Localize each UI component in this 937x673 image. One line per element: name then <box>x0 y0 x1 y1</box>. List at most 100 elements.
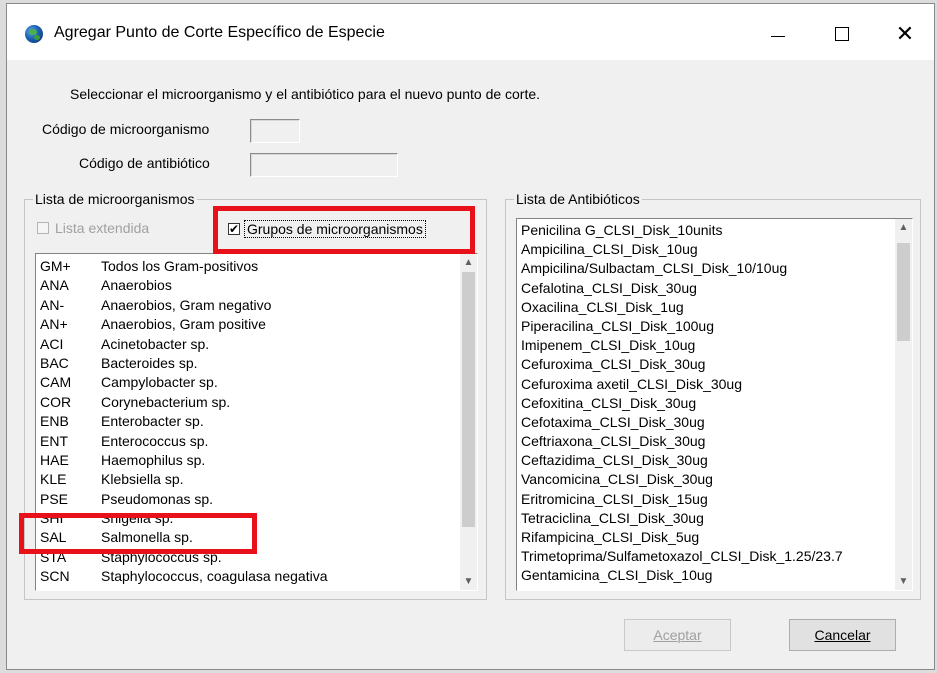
list-item[interactable]: CAM Campylobacter sp. <box>40 373 457 392</box>
organisms-list: GM+ Todos los Gram-positivos ANA Anaerobios… <box>40 257 457 587</box>
minimize-button[interactable] <box>755 16 801 52</box>
list-item[interactable]: PSE Pseudomonas sp. <box>40 490 457 509</box>
accept-button[interactable]: Aceptar <box>624 619 731 651</box>
organism-name: Klebsiella sp. <box>101 471 184 488</box>
organism-name: Anaerobios <box>101 277 172 294</box>
scroll-thumb[interactable] <box>462 272 475 527</box>
list-item[interactable]: Trimetoprima/Sulfametoxazol_CLSI_Disk_1.… <box>521 547 892 566</box>
list-item[interactable]: Ampicilina_CLSI_Disk_10ug <box>521 240 892 259</box>
list-item[interactable]: Ceftriaxona_CLSI_Disk_30ug <box>521 432 892 451</box>
organism-code: ENB <box>40 413 69 430</box>
list-item[interactable]: ENB Enterobacter sp. <box>40 412 457 431</box>
organism-name: Enterococcus sp. <box>101 432 209 449</box>
list-item[interactable]: Cefuroxima_CLSI_Disk_30ug <box>521 355 892 374</box>
scroll-down-icon[interactable]: ▼ <box>895 573 912 590</box>
list-item[interactable]: BAC Bacteroides sp. <box>40 354 457 373</box>
globe-app-icon <box>25 25 43 43</box>
antibiotics-listbox[interactable]: Penicilina G_CLSI_Disk_10units Ampicilina… <box>516 218 913 591</box>
organism-code: BAC <box>40 354 69 371</box>
organism-code: HAE <box>40 451 69 468</box>
list-item[interactable]: SCN Staphylococcus, coagulasa negativa <box>40 567 457 586</box>
organism-code: ENT <box>40 432 68 449</box>
list-item[interactable]: Tetraciclina_CLSI_Disk_30ug <box>521 509 892 528</box>
scroll-up-icon[interactable]: ▲ <box>895 219 912 236</box>
list-item[interactable]: COR Corynebacterium sp. <box>40 393 457 412</box>
cancel-button[interactable]: Cancelar <box>789 619 896 651</box>
window-title: Agregar Punto de Corte Específico de Esp… <box>54 24 385 41</box>
close-icon: ✕ <box>895 21 915 46</box>
list-item[interactable]: Ampicilina/Sulbactam_CLSI_Disk_10/10ug <box>521 259 892 278</box>
scroll-thumb[interactable] <box>897 243 910 341</box>
list-item[interactable]: ANA Anaerobios <box>40 276 457 295</box>
list-item[interactable]: SHI Shigella sp. <box>40 509 457 528</box>
scroll-down-icon[interactable]: ▼ <box>460 573 477 590</box>
list-item[interactable]: Cefalotina_CLSI_Disk_30ug <box>521 279 892 298</box>
organism-name: Campylobacter sp. <box>101 374 218 391</box>
organisms-listbox[interactable]: GM+ Todos los Gram-positivos ANA Anaerobios… <box>35 253 478 591</box>
list-item[interactable]: Cefotaxima_CLSI_Disk_30ug <box>521 413 892 432</box>
organism-groups-label: Grupos de microorganismos <box>244 220 426 238</box>
minimize-icon <box>771 35 785 37</box>
organism-code: AN- <box>40 296 65 313</box>
organism-code: COR <box>40 393 72 410</box>
organism-name: Shigella sp. <box>101 510 174 527</box>
list-item[interactable]: SAL Salmonella sp. <box>40 528 457 547</box>
close-button[interactable]: ✕ <box>882 16 928 52</box>
list-item[interactable]: ACI Acinetobacter sp. <box>40 335 457 354</box>
organism-groups-checkbox[interactable]: ✔ Grupos de microorganismos <box>228 220 426 238</box>
antibiotics-list: Penicilina G_CLSI_Disk_10units Ampicilina… <box>521 221 892 586</box>
organism-name: Todos los Gram-positivos <box>101 258 259 274</box>
list-item[interactable]: AN+ Anaerobios, Gram positive <box>40 315 457 334</box>
organism-name: Haemophilus sp. <box>101 451 206 468</box>
antibiotics-scrollbar[interactable]: ▲ ▼ <box>895 219 912 590</box>
organism-code: SAL <box>40 529 67 546</box>
list-item[interactable]: Vancomicina_CLSI_Disk_30ug <box>521 470 892 489</box>
organism-name: Anaerobios, Gram positive <box>101 316 266 333</box>
organism-code: GM+ <box>40 258 71 274</box>
list-item[interactable]: Gentamicina_CLSI_Disk_10ug <box>521 566 892 585</box>
extended-list-checkbox[interactable]: Lista extendida <box>37 220 149 236</box>
title-bar[interactable]: Agregar Punto de Corte Específico de Esp… <box>7 4 934 60</box>
organism-code: STA <box>40 548 67 565</box>
maximize-button[interactable] <box>819 16 865 52</box>
list-item[interactable]: AN- Anaerobios, Gram negativo <box>40 296 457 315</box>
list-item[interactable]: Cefuroxima axetil_CLSI_Disk_30ug <box>521 375 892 394</box>
organism-code: KLE <box>40 471 67 488</box>
organism-name: Bacteroides sp. <box>101 354 198 371</box>
list-item[interactable]: STA Staphylococcus sp. <box>40 548 457 567</box>
antibiotics-group-label: Lista de Antibióticos <box>514 191 642 207</box>
organism-code: PSE <box>40 490 69 507</box>
organisms-scrollbar[interactable]: ▲ ▼ <box>460 254 477 590</box>
list-item[interactable]: ENT Enterococcus sp. <box>40 432 457 451</box>
extended-list-label: Lista extendida <box>55 220 150 236</box>
organism-name: Salmonella sp. <box>101 529 193 546</box>
organism-name: Anaerobios, Gram negativo <box>101 296 272 313</box>
list-item[interactable]: Piperacilina_CLSI_Disk_100ug <box>521 317 892 336</box>
dialog-window: Agregar Punto de Corte Específico de Esp… <box>6 3 935 670</box>
list-item[interactable]: Imipenem_CLSI_Disk_10ug <box>521 336 892 355</box>
list-item[interactable]: Penicilina G_CLSI_Disk_10units <box>521 221 892 240</box>
instruction-text: Seleccionar el microorganismo y el antib… <box>70 86 541 102</box>
extended-list-checkbox-box <box>37 222 49 234</box>
list-item[interactable]: HAE Haemophilus sp. <box>40 451 457 470</box>
organisms-group: Lista de microorganismos Lista extendida… <box>24 191 487 600</box>
list-item[interactable]: Oxacilina_CLSI_Disk_1ug <box>521 298 892 317</box>
organism-code: CAM <box>40 374 72 391</box>
antibiotic-code-field[interactable] <box>250 153 398 177</box>
list-item[interactable]: Eritromicina_CLSI_Disk_15ug <box>521 490 892 509</box>
organism-code-field[interactable] <box>250 119 300 143</box>
scroll-up-icon[interactable]: ▲ <box>460 254 477 271</box>
maximize-icon <box>835 27 849 41</box>
organism-name: Pseudomonas sp. <box>101 490 214 507</box>
list-item[interactable]: Cefoxitina_CLSI_Disk_30ug <box>521 394 892 413</box>
organism-name: Acinetobacter sp. <box>101 335 210 352</box>
organism-code-label: Código de microorganismo <box>42 121 210 137</box>
list-item[interactable]: KLE Klebsiella sp. <box>40 470 457 489</box>
list-item[interactable]: GM+ Todos los Gram-positivos <box>40 257 457 276</box>
antibiotics-group: Lista de Antibióticos Penicilina G_CLSI_… <box>505 191 921 600</box>
list-item[interactable]: Ceftazidima_CLSI_Disk_30ug <box>521 451 892 470</box>
organism-code: AN+ <box>40 316 68 333</box>
organisms-group-label: Lista de microorganismos <box>33 191 197 207</box>
list-item[interactable]: Rifampicina_CLSI_Disk_5ug <box>521 528 892 547</box>
organism-code: ANA <box>40 277 69 294</box>
